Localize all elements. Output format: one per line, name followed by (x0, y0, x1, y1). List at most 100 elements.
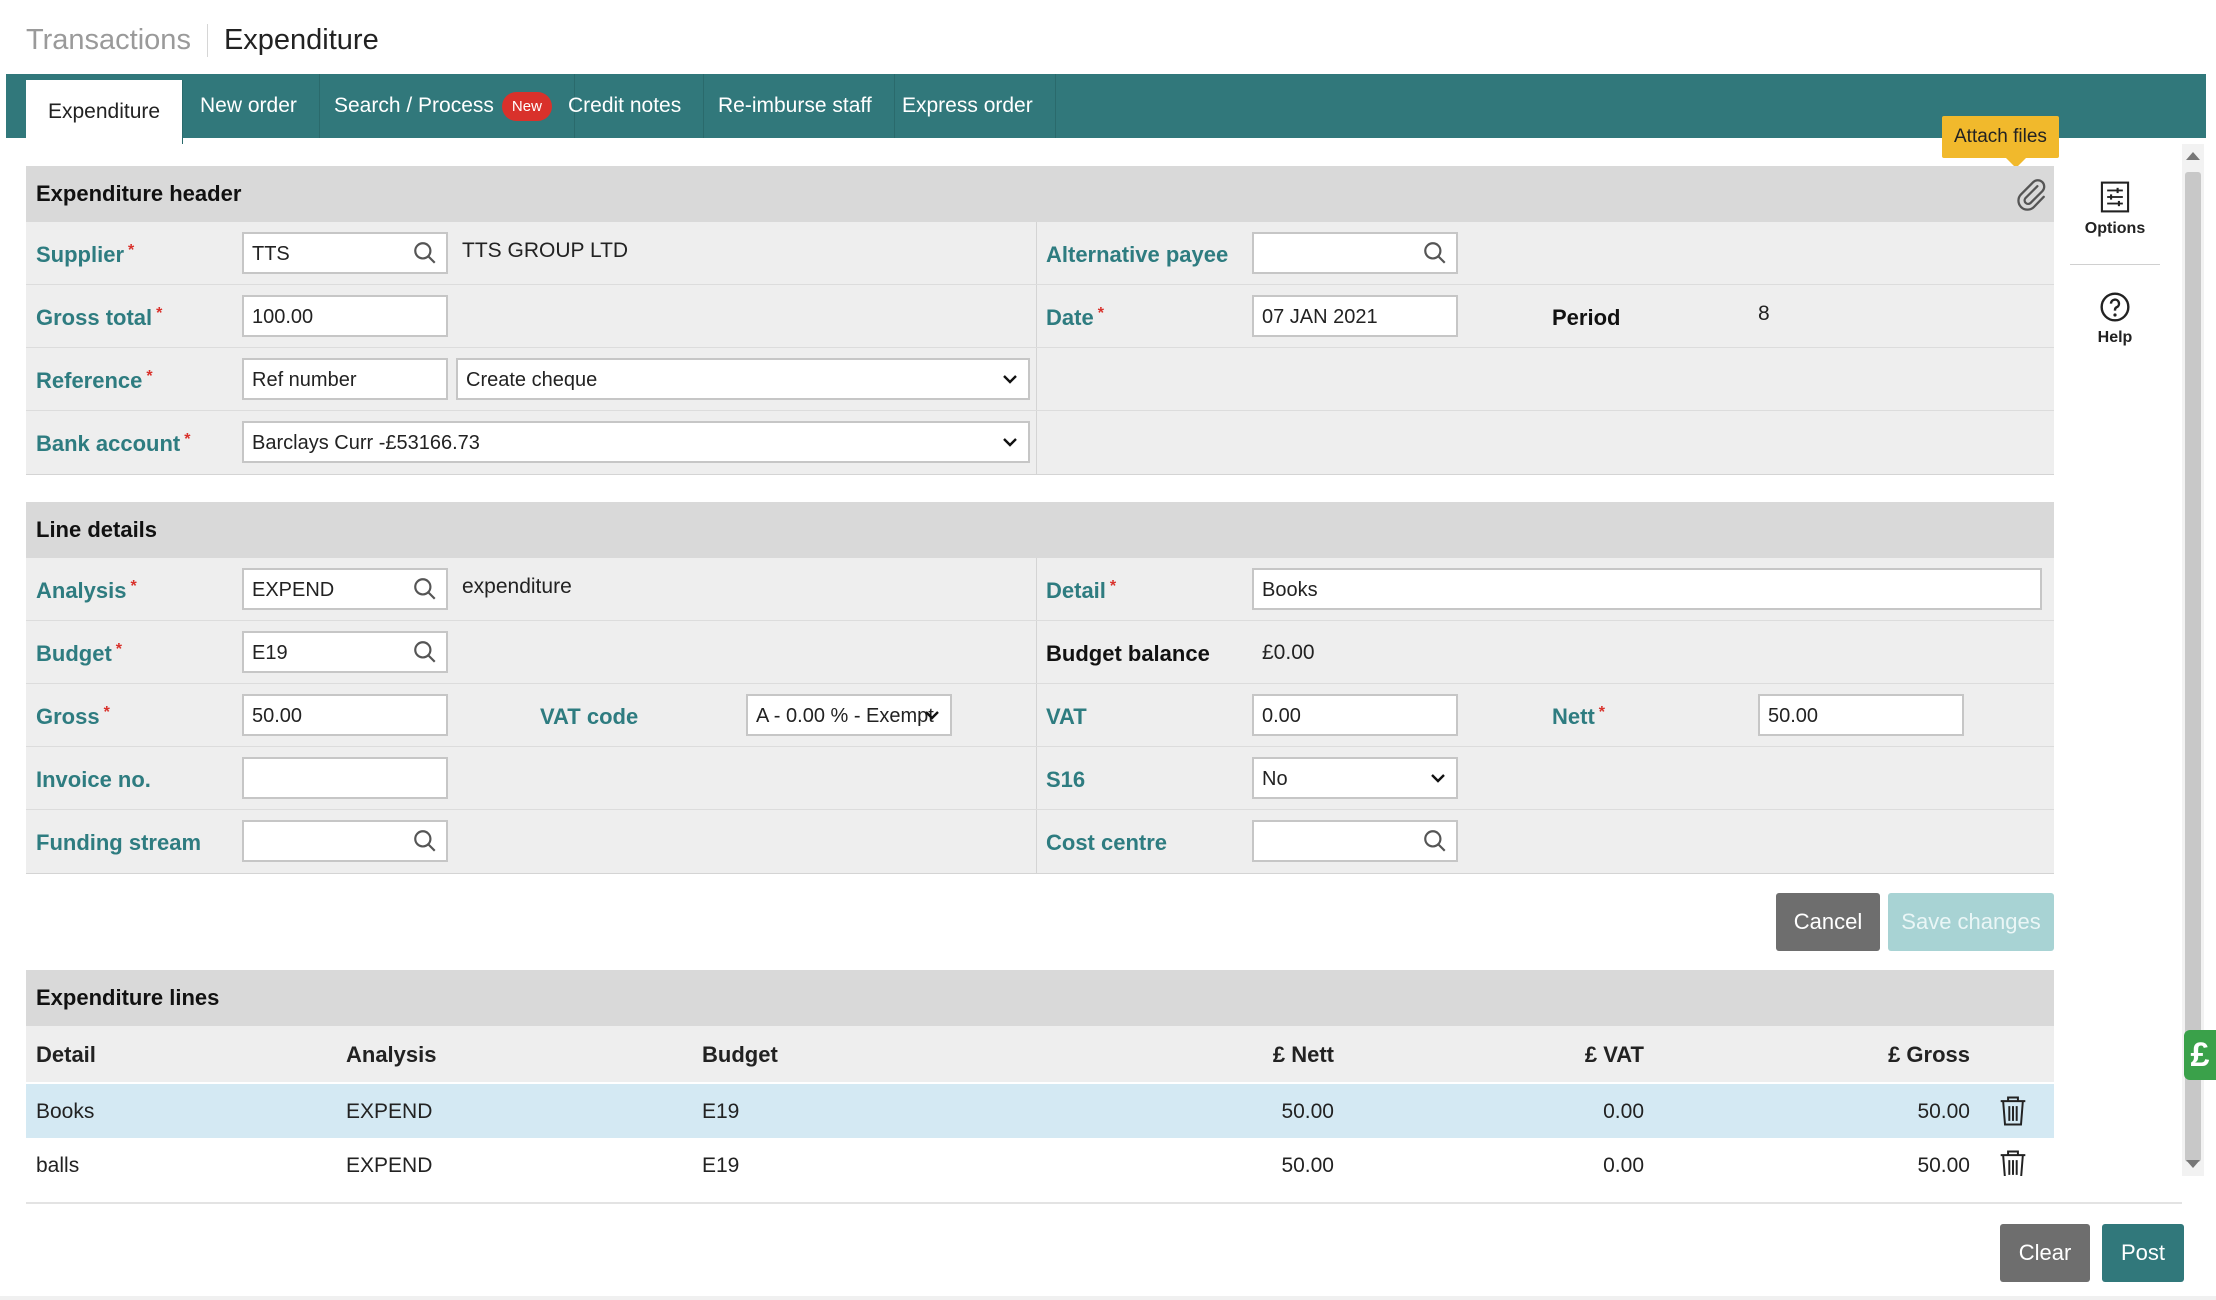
analysis-input[interactable]: EXPEND (242, 568, 448, 610)
expenditure-header-title: Expenditure header (26, 166, 2054, 222)
supplier-input[interactable]: TTS (242, 232, 448, 274)
analysis-row: Analysis * EXPEND expenditure Detail * Boo… (26, 558, 2054, 621)
s16-select[interactable]: No (1252, 757, 1458, 799)
search-icon[interactable] (412, 240, 438, 266)
reference-row: Reference * Ref number Create cheque (26, 348, 2054, 411)
bank-account-value: Barclays Curr -£53166.73 (252, 432, 480, 454)
funding-row: Funding stream Cost centre (26, 810, 2054, 873)
section-title: Expenditure lines (36, 985, 220, 1010)
search-icon[interactable] (412, 576, 438, 602)
tab-label: Expenditure (48, 100, 161, 123)
gross-row: Gross * 50.00 VAT code A - 0.00 % - Exemp… (26, 684, 2054, 747)
tab-express-order[interactable]: Express order (880, 74, 1056, 138)
search-icon[interactable] (412, 828, 438, 854)
trash-icon[interactable] (1998, 1149, 2028, 1176)
options-label: Options (2084, 220, 2146, 237)
invoice-no-input[interactable] (242, 757, 448, 799)
tab-reimburse-staff[interactable]: Re-imburse staff (696, 74, 895, 138)
tab-search-process[interactable]: Search / Process New (312, 74, 575, 138)
pound-side-tab[interactable]: £ (2184, 1030, 2216, 1080)
column-vat[interactable]: £ VAT (1536, 1042, 1644, 1068)
funding-stream-input[interactable] (242, 820, 448, 862)
vat-input[interactable]: 0.00 (1252, 694, 1458, 736)
tab-label: New order (200, 94, 297, 117)
section-title: Line details (36, 517, 158, 542)
alternative-payee-input[interactable] (1252, 232, 1458, 274)
help-button[interactable]: Help (2070, 291, 2160, 347)
breadcrumb-transactions[interactable]: Transactions (26, 23, 208, 57)
gross-input[interactable]: 50.00 (242, 694, 448, 736)
invoice-no-label: Invoice no. (36, 767, 151, 792)
cell-analysis: EXPEND (346, 1154, 433, 1176)
expenditure-lines-title: Expenditure lines (26, 970, 2054, 1026)
budget-balance-label: Budget balance (1046, 641, 1210, 666)
cell-nett: 50.00 (1281, 1100, 1334, 1123)
line-details-grid: Analysis * EXPEND expenditure Detail * Boo… (26, 558, 2054, 874)
save-changes-button[interactable]: Save changes (1888, 893, 2054, 951)
payment-method-select[interactable]: Create cheque (456, 358, 1030, 400)
detail-input[interactable]: Books (1252, 568, 2042, 610)
tab-credit-notes[interactable]: Credit notes (546, 74, 705, 138)
date-label: Date * (1046, 305, 1104, 330)
cell-nett: 50.00 (1281, 1154, 1334, 1176)
analysis-label: Analysis * (36, 578, 137, 603)
bank-account-select[interactable]: Barclays Curr -£53166.73 (242, 421, 1030, 463)
clear-button[interactable]: Clear (2000, 1224, 2090, 1282)
search-icon[interactable] (412, 639, 438, 665)
cell-analysis: EXPEND (346, 1100, 433, 1123)
cancel-button[interactable]: Cancel (1776, 893, 1880, 951)
attach-files-tooltip: Attach files (1942, 116, 2059, 168)
date-input[interactable]: 07 JAN 2021 (1252, 295, 1458, 337)
column-analysis[interactable]: Analysis (346, 1042, 437, 1068)
chevron-down-icon (1003, 375, 1017, 384)
gross-total-row: Gross total * 100.00 Date * 07 JAN 2021 Pe… (26, 285, 2054, 348)
scroll-up-arrow[interactable] (2186, 152, 2200, 160)
payment-method-value: Create cheque (466, 369, 598, 391)
budget-label: Budget * (36, 641, 122, 666)
cost-centre-label: Cost centre (1046, 830, 1168, 855)
scroll-down-arrow[interactable] (2186, 1160, 2200, 1168)
budget-value: E19 (252, 642, 288, 664)
vat-code-label: VAT code (540, 704, 639, 729)
table-row[interactable]: balls EXPEND E19 50.00 0.00 50.00 (26, 1138, 2054, 1176)
column-nett[interactable]: £ Nett (1226, 1042, 1334, 1068)
cell-vat: 0.00 (1603, 1154, 1644, 1176)
gross-total-label: Gross total * (36, 305, 163, 330)
reference-input[interactable]: Ref number (242, 358, 448, 400)
nett-input[interactable]: 50.00 (1758, 694, 1964, 736)
bank-account-label: Bank account * (36, 431, 191, 456)
search-icon[interactable] (1422, 828, 1448, 854)
gross-total-input[interactable]: 100.00 (242, 295, 448, 337)
column-budget[interactable]: Budget (702, 1042, 778, 1068)
vertical-scrollbar[interactable] (2182, 144, 2204, 1176)
s16-label: S16 (1046, 767, 1086, 792)
expenditure-header-grid: Supplier * TTS TTS GROUP LTD Alternative … (26, 222, 2054, 475)
post-button[interactable]: Post (2102, 1224, 2184, 1282)
line-details-title: Line details (26, 502, 2054, 558)
vat-code-value: A - 0.00 % - Exempt (756, 705, 934, 727)
vat-code-select[interactable]: A - 0.00 % - Exempt (746, 694, 952, 736)
analysis-value: EXPEND (252, 579, 335, 601)
supplier-value: TTS (252, 243, 290, 265)
scrollbar-thumb[interactable] (2185, 172, 2201, 1162)
table-header: Detail Analysis Budget £ Nett £ VAT £ Gr… (26, 1026, 2054, 1082)
budget-input[interactable]: E19 (242, 631, 448, 673)
tab-new-order[interactable]: New order (178, 74, 320, 138)
search-icon[interactable] (1422, 240, 1448, 266)
panel-divider (2070, 264, 2160, 265)
tab-label: Search / Process (334, 94, 494, 117)
column-detail[interactable]: Detail (36, 1042, 96, 1068)
analysis-description: expenditure (462, 575, 572, 598)
tab-label: Express order (902, 94, 1033, 117)
cost-centre-input[interactable] (1252, 820, 1458, 862)
column-gross[interactable]: £ Gross (1846, 1042, 1970, 1068)
options-button[interactable]: Options (2070, 180, 2160, 238)
budget-balance-value: £0.00 (1262, 641, 1315, 664)
tab-expenditure[interactable]: Expenditure (26, 80, 184, 144)
tab-label: Re-imburse staff (718, 94, 872, 117)
section-title: Expenditure header (36, 181, 242, 206)
paperclip-icon[interactable] (2014, 176, 2048, 212)
table-row[interactable]: Books EXPEND E19 50.00 0.00 50.00 (26, 1084, 2054, 1138)
trash-icon[interactable] (1998, 1095, 2028, 1127)
funding-stream-label: Funding stream (36, 830, 202, 855)
